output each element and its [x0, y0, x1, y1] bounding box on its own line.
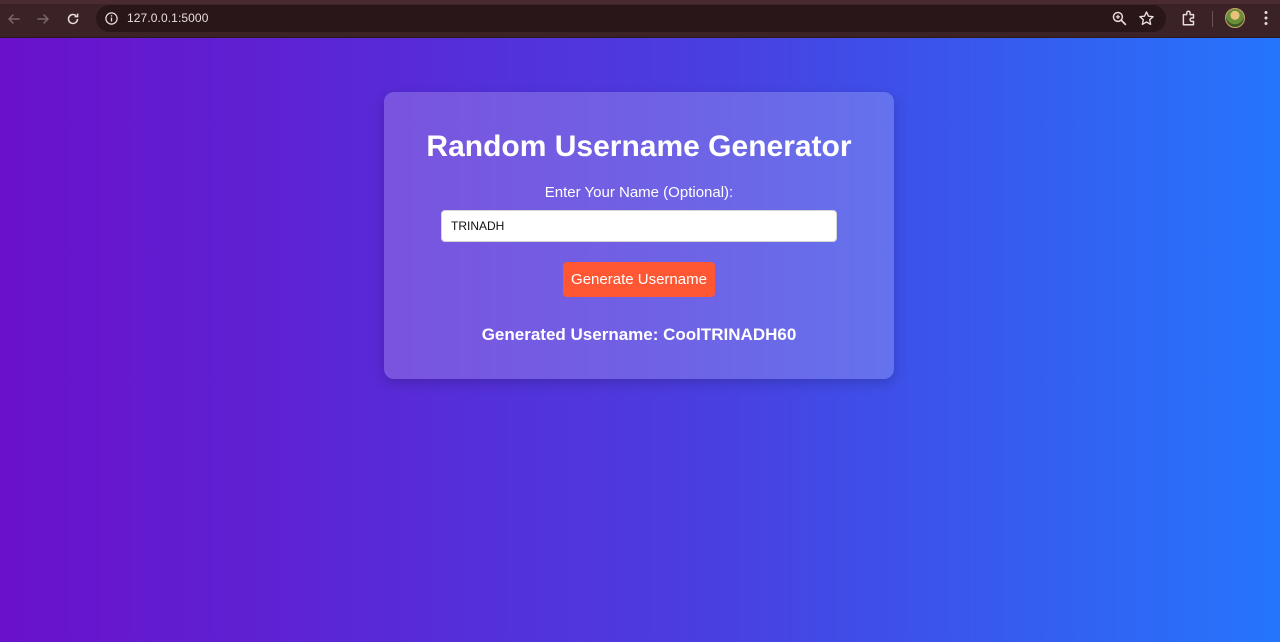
page-title: Random Username Generator — [426, 130, 852, 163]
profile-avatar[interactable] — [1225, 8, 1245, 28]
address-bar[interactable]: 127.0.0.1:5000 — [96, 5, 1166, 32]
reload-button[interactable] — [61, 7, 85, 31]
zoom-icon[interactable] — [1111, 10, 1128, 27]
generated-username-value: CoolTRINADH60 — [663, 325, 797, 344]
reload-icon — [67, 13, 79, 25]
url-text[interactable]: 127.0.0.1:5000 — [127, 11, 208, 25]
back-button[interactable] — [2, 7, 26, 31]
generate-username-button[interactable]: Generate Username — [563, 262, 715, 297]
forward-button[interactable] — [31, 7, 55, 31]
forward-arrow-icon — [37, 14, 50, 24]
toolbar-divider — [1212, 11, 1213, 27]
browser-toolbar: 127.0.0.1:5000 — [0, 0, 1280, 38]
generator-card: Random Username Generator Enter Your Nam… — [384, 92, 894, 379]
tab-strip — [0, 0, 1280, 4]
site-info-icon[interactable] — [104, 11, 119, 26]
back-arrow-icon — [7, 14, 20, 24]
name-label: Enter Your Name (Optional): — [544, 184, 734, 201]
more-menu-icon[interactable] — [1258, 9, 1274, 27]
bookmark-star-icon[interactable] — [1138, 10, 1155, 27]
page-background: Random Username Generator Enter Your Nam… — [0, 38, 1280, 642]
extensions-icon[interactable] — [1180, 9, 1198, 27]
result-prefix: Generated Username: — [481, 325, 664, 344]
generated-username-result: Generated Username: CoolTRINADH60 — [384, 325, 894, 345]
name-input[interactable] — [441, 210, 837, 242]
